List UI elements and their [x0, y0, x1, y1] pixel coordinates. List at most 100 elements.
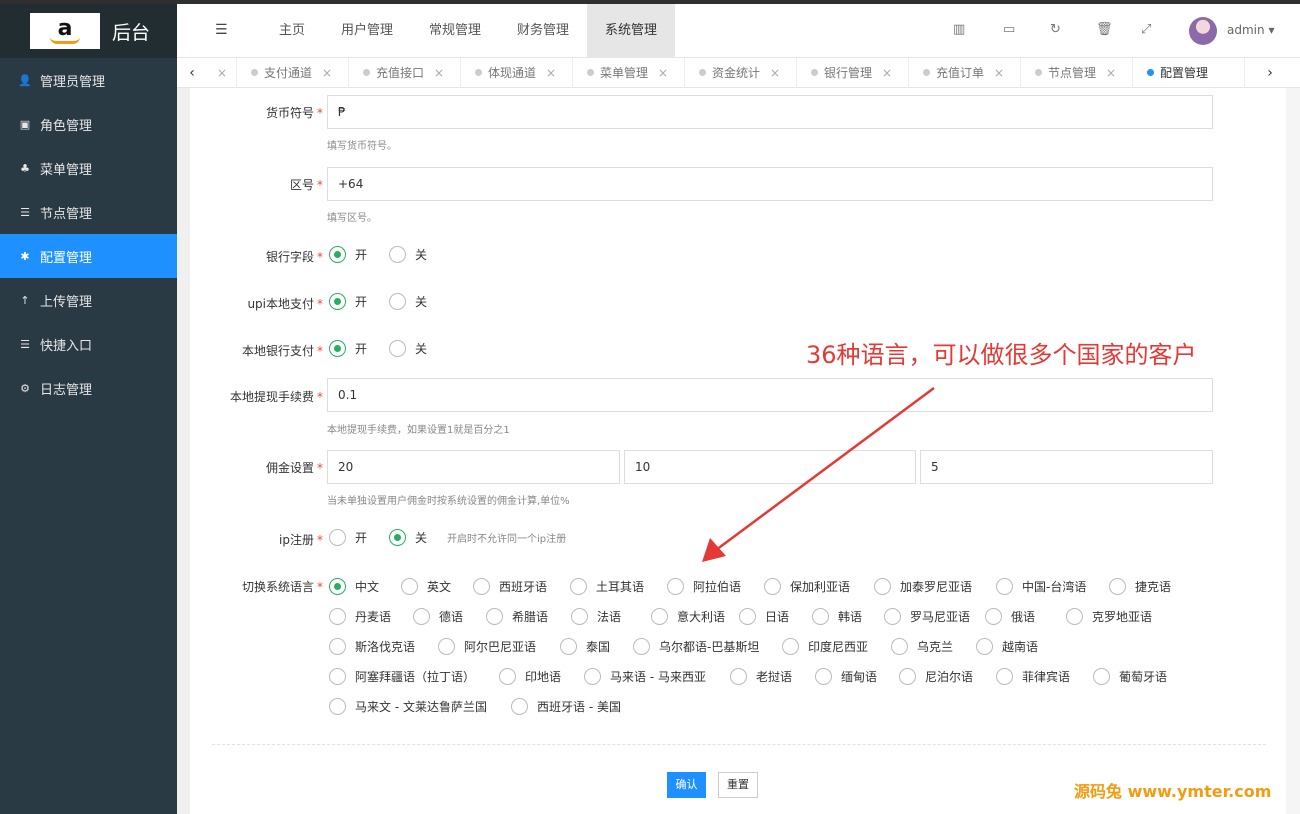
- page-tab[interactable]: 充值订单 ×: [909, 58, 1021, 88]
- close-tab-icon[interactable]: ×: [658, 66, 668, 80]
- language-radio[interactable]: 德语: [413, 608, 463, 625]
- language-radio[interactable]: 阿塞拜疆语（拉丁语）: [329, 668, 475, 685]
- close-tab-icon[interactable]: ×: [546, 66, 556, 80]
- submit-button[interactable]: 确认: [667, 772, 706, 798]
- page-tab[interactable]: 充值接口 ×: [349, 58, 461, 88]
- trash-icon[interactable]: 🗑: [1096, 22, 1113, 37]
- sidebar-item[interactable]: ☰ 快捷入口: [0, 322, 177, 366]
- language-radio[interactable]: 克罗地亚语: [1066, 608, 1152, 625]
- avatar[interactable]: [1189, 17, 1217, 45]
- nav-tab[interactable]: 用户管理: [327, 4, 407, 58]
- language-radio[interactable]: 越南语: [976, 638, 1038, 655]
- close-tab-icon[interactable]: ×: [434, 66, 444, 80]
- language-radio[interactable]: 罗马尼亚语: [884, 608, 970, 625]
- language-radio[interactable]: 阿拉伯语: [667, 578, 741, 595]
- close-tab-icon[interactable]: ×: [1106, 66, 1116, 80]
- language-radio[interactable]: 阿尔巴尼亚语: [438, 638, 536, 655]
- close-tab-icon[interactable]: ×: [770, 66, 780, 80]
- language-radio[interactable]: 马来文 - 文莱达鲁萨兰国: [329, 698, 487, 715]
- language-radio[interactable]: 韩语: [812, 608, 862, 625]
- page-tab[interactable]: 体现通道 ×: [461, 58, 573, 88]
- bar-chart-icon[interactable]: ▥: [953, 22, 965, 37]
- language-radio[interactable]: 保加利亚语: [764, 578, 850, 595]
- page-tab[interactable]: 支付通道 ×: [237, 58, 349, 88]
- radio-circle: [985, 608, 1002, 625]
- fullscreen-icon[interactable]: ⤢: [1141, 22, 1151, 37]
- sidebar-item[interactable]: 👤 管理员管理: [0, 58, 177, 102]
- radio-circle: [584, 668, 601, 685]
- nav-tab[interactable]: 系统管理: [587, 4, 675, 58]
- user-menu[interactable]: admin ▾: [1227, 23, 1274, 37]
- radio-circle: [329, 698, 346, 715]
- language-radio[interactable]: 中文: [329, 578, 379, 595]
- page-tab[interactable]: 节点管理 ×: [1021, 58, 1133, 88]
- page-tab[interactable]: 配置管理: [1133, 58, 1245, 88]
- language-radio[interactable]: 印地语: [499, 668, 561, 685]
- close-tab-icon[interactable]: ×: [322, 66, 332, 80]
- sidebar-item[interactable]: ☰ 节点管理: [0, 190, 177, 234]
- upi-pay-on-radio[interactable]: 开: [329, 293, 367, 310]
- username: admin: [1227, 23, 1265, 37]
- language-radio[interactable]: 俄语: [985, 608, 1035, 625]
- bank-field-on-radio[interactable]: 开: [329, 246, 367, 263]
- menu-toggle-icon[interactable]: ☰: [215, 22, 228, 38]
- language-radio[interactable]: 英文: [401, 578, 451, 595]
- local-bank-pay-on-radio[interactable]: 开: [329, 340, 367, 357]
- tab-placeholder[interactable]: ×: [207, 58, 237, 88]
- commission-level3-input[interactable]: 5: [920, 450, 1213, 484]
- language-radio[interactable]: 乌克兰: [891, 638, 953, 655]
- language-radio[interactable]: 加泰罗尼亚语: [874, 578, 972, 595]
- content-scrollbar[interactable]: [1286, 88, 1300, 814]
- sidebar: a 后台 👤 管理员管理 ▣ 角色管理 ♣ 菜单管理 ☰ 节点管理 ✱ 配置管理 ↑ 上传管理 ☰ 快捷入…: [0, 4, 177, 814]
- area-code-input[interactable]: +64: [327, 167, 1213, 201]
- local-bank-pay-off-radio[interactable]: 关: [389, 340, 427, 357]
- nav-tab[interactable]: 财务管理: [503, 4, 583, 58]
- upi-pay-off-radio[interactable]: 关: [389, 293, 427, 310]
- sidebar-item[interactable]: ✱ 配置管理: [0, 234, 177, 278]
- close-tab-icon[interactable]: ×: [994, 66, 1004, 80]
- language-radio[interactable]: 乌尔都语-巴基斯坦: [633, 638, 759, 655]
- language-radio[interactable]: 斯洛伐克语: [329, 638, 415, 655]
- language-option-label: 阿尔巴尼亚语: [464, 640, 537, 654]
- language-radio[interactable]: 尼泊尔语: [899, 668, 973, 685]
- sidebar-item[interactable]: ⚙ 日志管理: [0, 366, 177, 410]
- language-radio[interactable]: 缅甸语: [815, 668, 877, 685]
- tab-scroll-right-icon[interactable]: ›: [1255, 58, 1285, 88]
- language-radio[interactable]: 法语: [571, 608, 621, 625]
- bank-field-off-radio[interactable]: 关: [389, 246, 427, 263]
- ip-register-off-radio[interactable]: 关: [389, 529, 427, 546]
- tab-scroll-left-icon[interactable]: ‹: [177, 58, 207, 88]
- page-tab[interactable]: 资金统计 ×: [685, 58, 797, 88]
- reset-button[interactable]: 重置: [718, 772, 758, 798]
- credit-card-icon[interactable]: ▭: [1003, 22, 1015, 37]
- sidebar-item[interactable]: ▣ 角色管理: [0, 102, 177, 146]
- page-tab[interactable]: 银行管理 ×: [797, 58, 909, 88]
- language-radio[interactable]: 捷克语: [1109, 578, 1171, 595]
- language-radio[interactable]: 葡萄牙语: [1093, 668, 1167, 685]
- language-radio[interactable]: 土耳其语: [570, 578, 644, 595]
- language-radio[interactable]: 中国-台湾语: [996, 578, 1086, 595]
- page-tab[interactable]: 菜单管理 ×: [573, 58, 685, 88]
- language-radio[interactable]: 意大利语: [651, 608, 725, 625]
- radio-circle: [1066, 608, 1083, 625]
- language-radio[interactable]: 老挝语: [730, 668, 792, 685]
- language-radio[interactable]: 丹麦语: [329, 608, 391, 625]
- sidebar-item[interactable]: ♣ 菜单管理: [0, 146, 177, 190]
- close-tab-icon[interactable]: ×: [882, 66, 892, 80]
- language-radio[interactable]: 西班牙语 - 美国: [511, 698, 621, 715]
- sidebar-item[interactable]: ↑ 上传管理: [0, 278, 177, 322]
- nav-tab[interactable]: 主页: [267, 4, 317, 58]
- language-radio[interactable]: 泰国: [560, 638, 610, 655]
- language-radio[interactable]: 日语: [739, 608, 789, 625]
- language-radio[interactable]: 菲律宾语: [996, 668, 1070, 685]
- asterisk-icon: ✱: [20, 249, 30, 263]
- ip-register-on-radio[interactable]: 开: [329, 529, 367, 546]
- language-radio[interactable]: 马来语 - 马来西亚: [584, 668, 706, 685]
- currency-input[interactable]: ₱: [327, 95, 1213, 129]
- language-radio[interactable]: 西班牙语: [473, 578, 547, 595]
- language-radio[interactable]: 印度尼西亚: [782, 638, 868, 655]
- refresh-icon[interactable]: ↻: [1050, 22, 1061, 37]
- nav-tab[interactable]: 常规管理: [415, 4, 495, 58]
- commission-level1-input[interactable]: 20: [327, 450, 620, 484]
- language-radio[interactable]: 希腊语: [486, 608, 548, 625]
